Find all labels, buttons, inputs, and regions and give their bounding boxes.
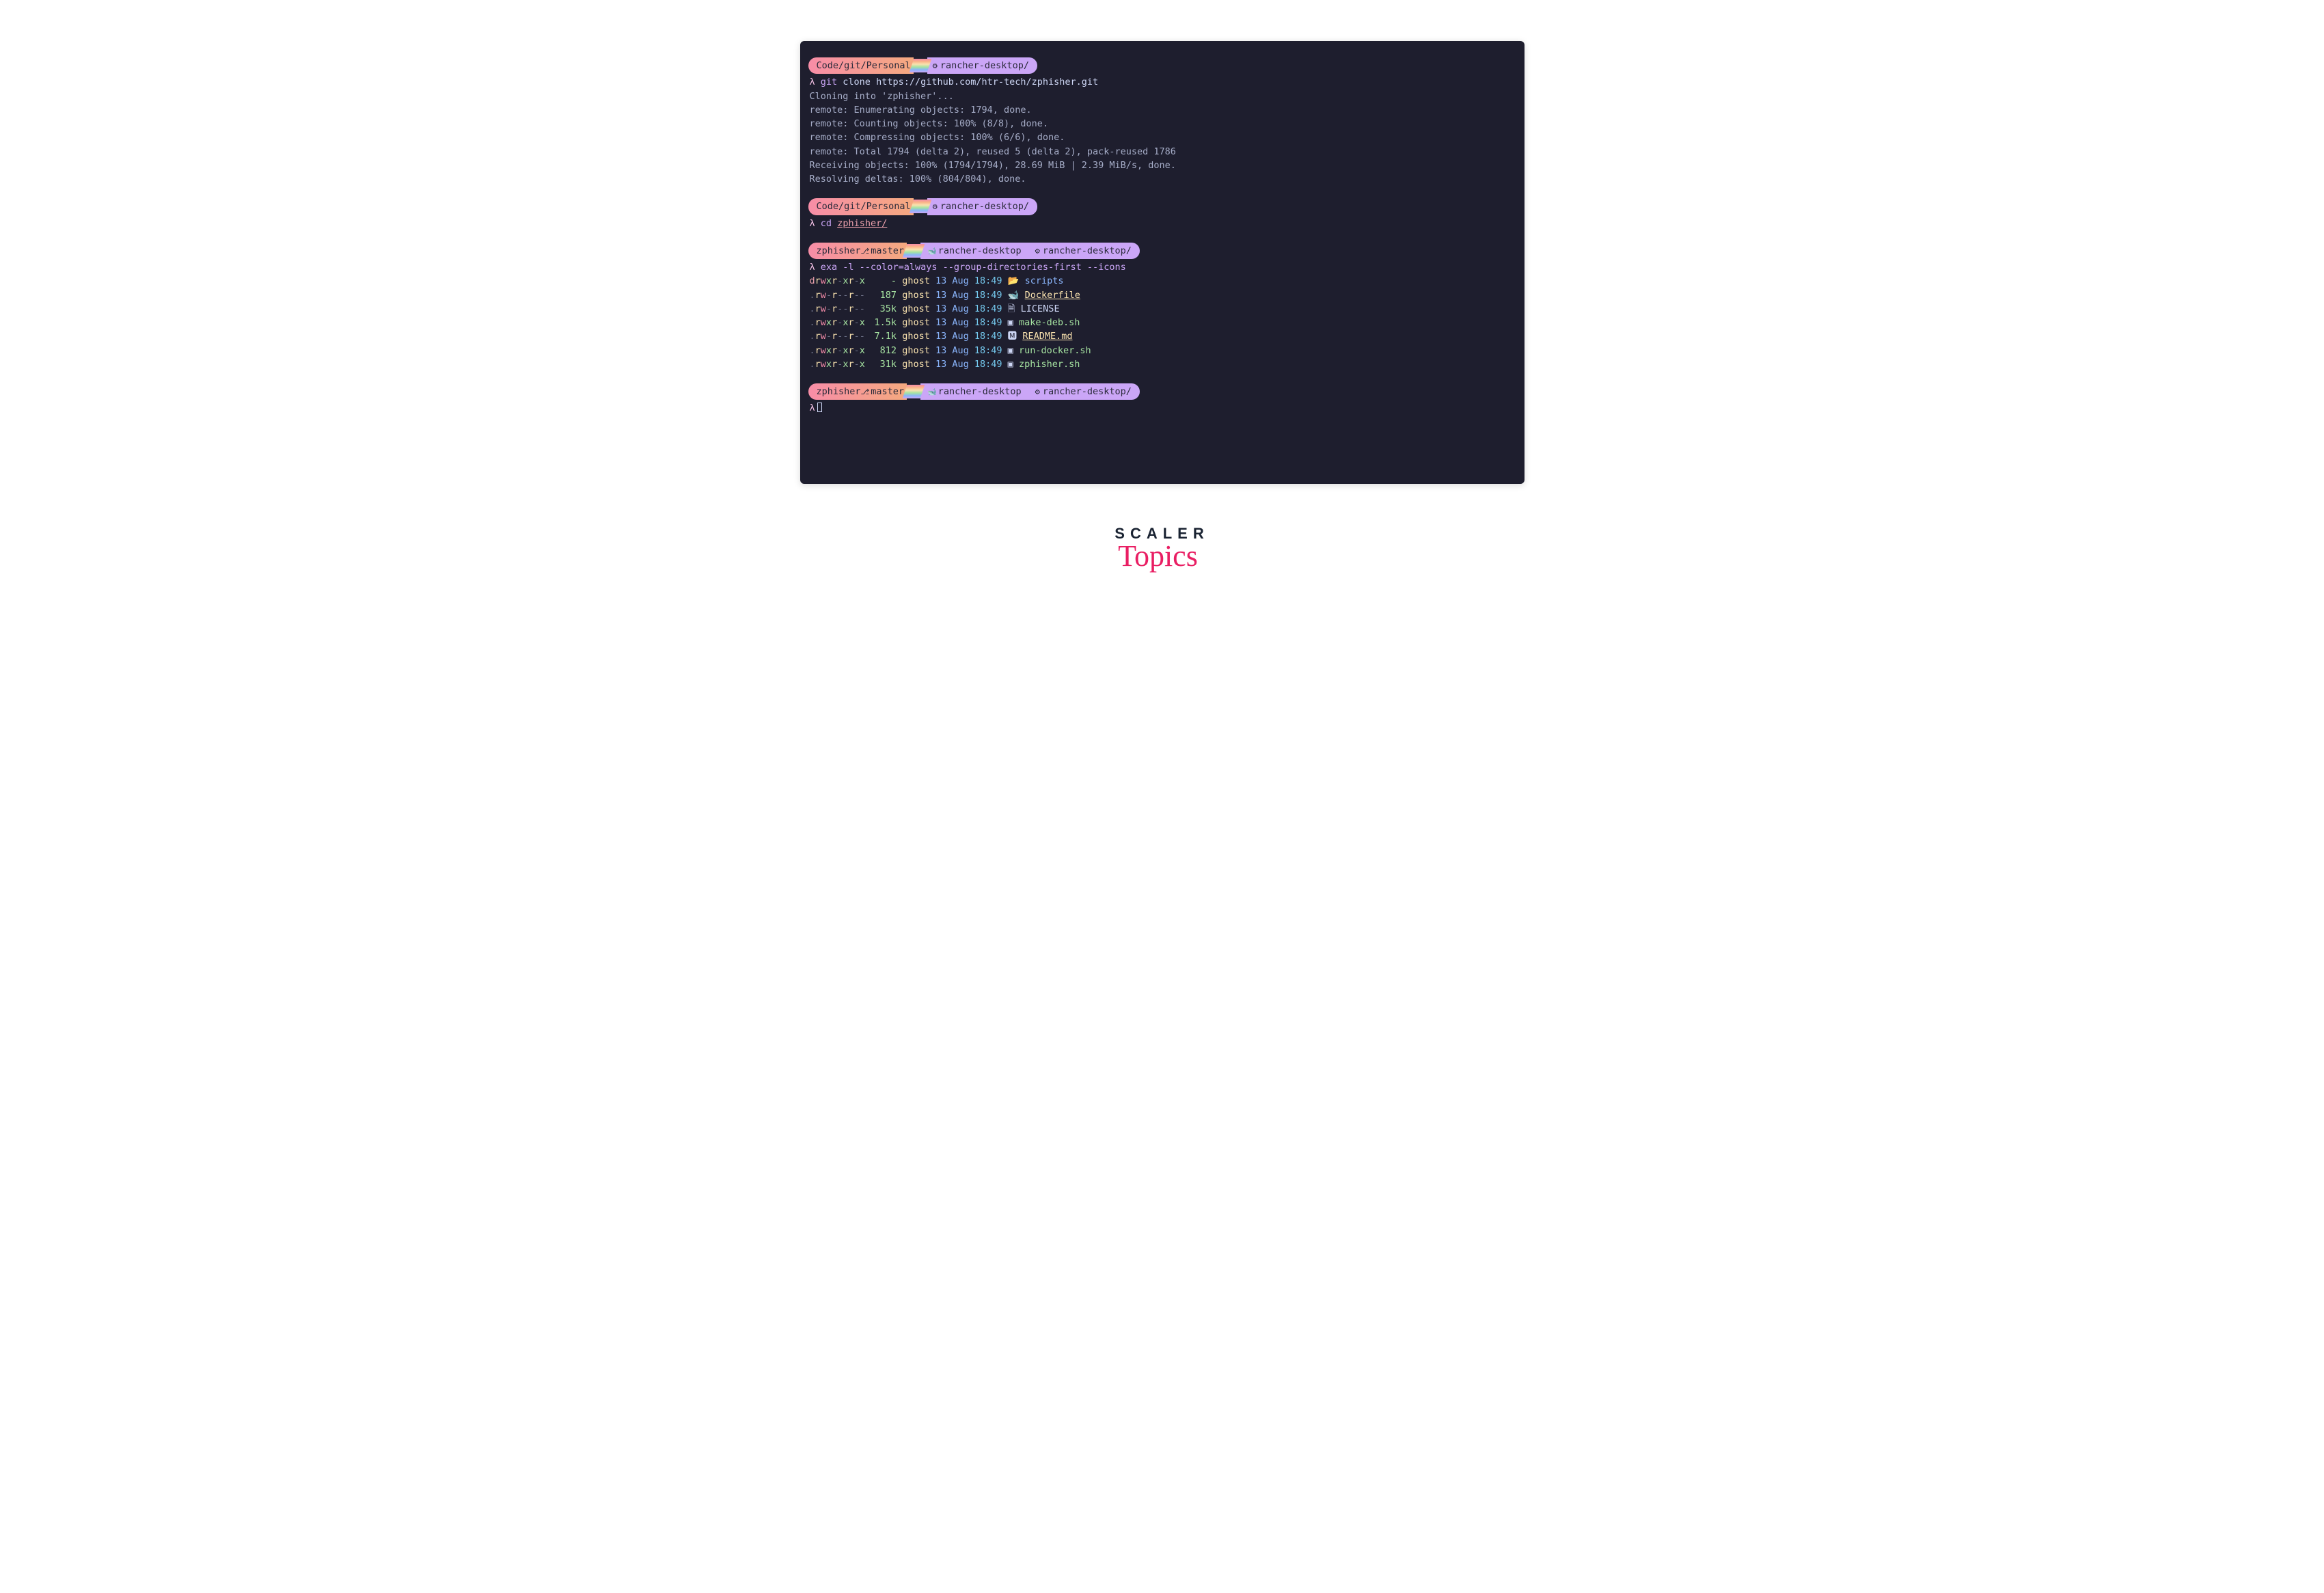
file-name: make-deb.sh <box>1019 317 1080 328</box>
file-name: Dockerfile <box>1025 290 1080 301</box>
listing-row: .rw-r--r-- 35k ghost 13 Aug 18:49 🗎 LICE… <box>800 302 1525 316</box>
dir-segment: zphisher master <box>808 383 907 400</box>
cursor <box>817 403 822 412</box>
docker-segment: rancher-desktop <box>920 243 1028 259</box>
prompt-pill-3: zphisher master rancher-desktop rancher-… <box>808 243 1516 259</box>
prompt-pill-1: Code/git/Personal rancher-desktop/ <box>808 57 1516 74</box>
listing-row: .rw-r--r-- 7.1k ghost 13 Aug 18:49 🅼 REA… <box>800 329 1525 343</box>
path-segment: Code/git/Personal <box>808 57 914 74</box>
file-name: README.md <box>1022 331 1072 342</box>
dir-segment: zphisher master <box>808 243 907 259</box>
prompt-pill-2: Code/git/Personal rancher-desktop/ <box>808 198 1516 215</box>
cmd-word: git <box>821 77 837 87</box>
output-block-1: Cloning into 'zphisher'...remote: Enumer… <box>800 90 1525 187</box>
listing-row: .rwxr-xr-x 31k ghost 13 Aug 18:49 ▣ zphi… <box>800 357 1525 371</box>
terminal-window: Code/git/Personal rancher-desktop/ λ git… <box>800 41 1525 484</box>
output-line: Receiving objects: 100% (1794/1794), 28.… <box>800 159 1525 172</box>
cd-path: zphisher/ <box>837 218 887 229</box>
cmd-line-1[interactable]: λ git clone https://github.com/htr-tech/… <box>800 75 1525 89</box>
docker-segment: rancher-desktop <box>920 383 1028 400</box>
gear-icon <box>1035 245 1040 258</box>
context-segment: rancher-desktop/ <box>927 57 1037 74</box>
gear-icon <box>1035 385 1040 398</box>
file-icon: 🗎 <box>1008 303 1015 314</box>
cmd-line-4[interactable]: λ <box>800 401 1525 415</box>
whale-icon: 🐋 <box>1008 290 1020 301</box>
context-segment: rancher-desktop/ <box>927 198 1037 215</box>
listing-row: .rwxr-xr-x 812 ghost 13 Aug 18:49 ▣ run-… <box>800 344 1525 357</box>
branch-icon <box>861 244 871 258</box>
brand-logo: SCALER Topics <box>55 525 2269 573</box>
branch-icon <box>861 385 871 398</box>
prompt-symbol: λ <box>810 403 815 413</box>
cmd-line-3[interactable]: λ exa -l --color=always --group-director… <box>800 260 1525 274</box>
cmd-word: cd <box>821 218 832 229</box>
output-line: remote: Compressing objects: 100% (6/6),… <box>800 131 1525 144</box>
cmd-args: clone https://github.com/htr-tech/zphish… <box>837 77 1098 87</box>
path-segment: Code/git/Personal <box>808 198 914 215</box>
prompt-symbol: λ <box>810 262 815 273</box>
file-listing: drwxr-xr-x - ghost 13 Aug 18:49 📂 script… <box>800 274 1525 371</box>
prompt-symbol: λ <box>810 77 815 87</box>
output-line: Cloning into 'zphisher'... <box>800 90 1525 103</box>
cmd-line-2[interactable]: λ cd zphisher/ <box>800 217 1525 230</box>
sh-icon: ▣ <box>1008 317 1013 328</box>
file-name: scripts <box>1025 275 1064 286</box>
brand-bottom-text: Topics <box>51 539 2265 573</box>
listing-row: .rwxr-xr-x 1.5k ghost 13 Aug 18:49 ▣ mak… <box>800 316 1525 329</box>
sh-icon: ▣ <box>1008 359 1013 370</box>
file-name: LICENSE <box>1021 303 1060 314</box>
listing-row: drwxr-xr-x - ghost 13 Aug 18:49 📂 script… <box>800 274 1525 288</box>
file-name: zphisher.sh <box>1019 359 1080 370</box>
sh-icon: ▣ <box>1008 345 1013 356</box>
output-line: Resolving deltas: 100% (804/804), done. <box>800 172 1525 186</box>
md-icon: 🅼 <box>1008 331 1017 342</box>
output-line: remote: Enumerating objects: 1794, done. <box>800 103 1525 117</box>
output-line: remote: Total 1794 (delta 2), reused 5 (… <box>800 145 1525 159</box>
whale-icon <box>927 244 938 258</box>
cmd-text: exa -l --color=always --group-directorie… <box>821 262 1126 273</box>
folder-icon: 📂 <box>1008 275 1020 286</box>
listing-row: .rw-r--r-- 187 ghost 13 Aug 18:49 🐋 Dock… <box>800 288 1525 302</box>
whale-icon <box>927 385 938 398</box>
prompt-symbol: λ <box>810 218 815 229</box>
file-name: run-docker.sh <box>1019 345 1091 356</box>
gear-icon <box>933 200 938 213</box>
output-line: remote: Counting objects: 100% (8/8), do… <box>800 117 1525 131</box>
context-segment: rancher-desktop/ <box>1028 243 1140 259</box>
gear-icon <box>933 59 938 72</box>
prompt-pill-4: zphisher master rancher-desktop rancher-… <box>808 383 1516 400</box>
context-segment: rancher-desktop/ <box>1028 383 1140 400</box>
